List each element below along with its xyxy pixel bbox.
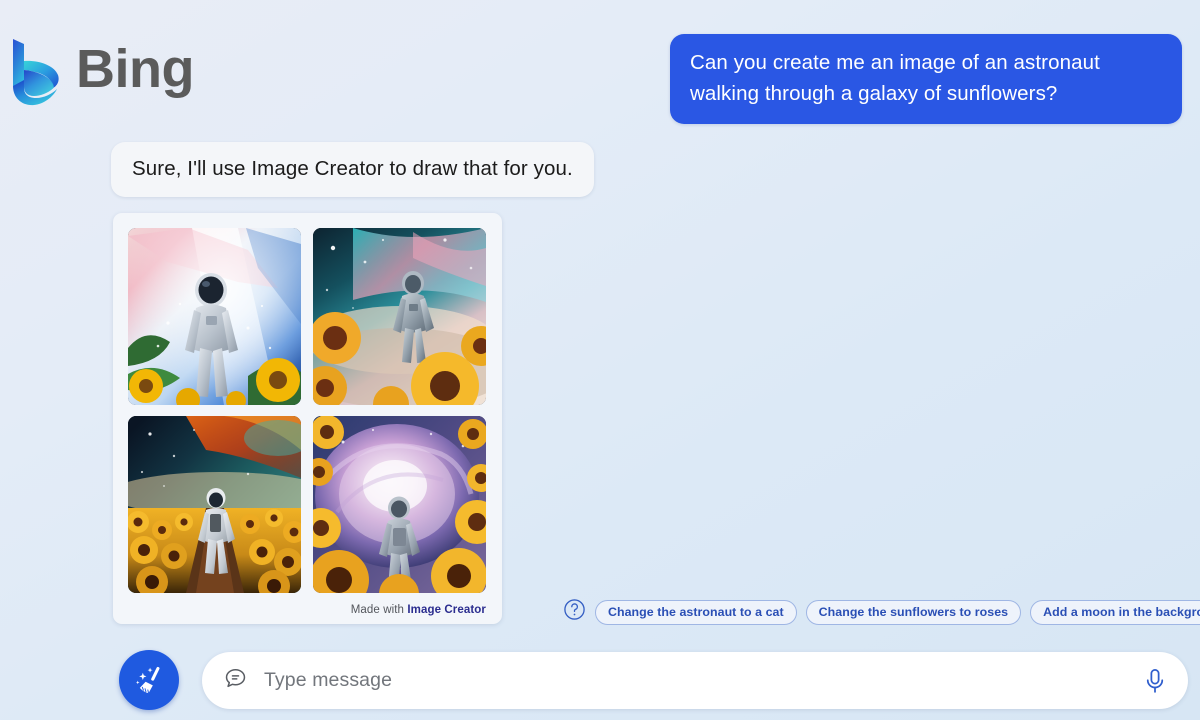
message-composer [202,652,1188,709]
user-message-text: Can you create me an image of an astrona… [690,51,1100,105]
message-input[interactable] [264,669,1140,692]
bing-b-logo-icon [8,34,62,110]
sweep-new-topic-button[interactable] [119,650,179,710]
bing-brand-header: Bing [8,34,194,110]
suggestion-chip-2[interactable]: Change the sunflowers to roses [805,599,1022,625]
suggestion-chip-row: Change the astronaut to a cat Change the… [563,598,1200,626]
image-grid [128,228,487,593]
suggestion-chip-3[interactable]: Add a moon in the background [1030,599,1200,625]
user-message-bubble: Can you create me an image of an astrona… [670,34,1182,124]
generated-image-4[interactable] [313,416,486,593]
made-with-label: Made with [350,604,405,616]
assistant-message-text: Sure, I'll use Image Creator to draw tha… [132,157,573,180]
image-results-card: Made with Image Creator [113,213,502,624]
bing-wordmark: Bing [76,39,194,99]
generated-image-2[interactable] [313,228,486,405]
suggestion-chip-1[interactable]: Change the astronaut to a cat [595,599,797,625]
chat-bubble-icon [223,666,248,696]
image-creator-link[interactable]: Image Creator [407,604,486,616]
broom-sparkle-icon [132,663,166,697]
assistant-message-bubble: Sure, I'll use Image Creator to draw tha… [111,142,594,197]
made-with-footer: Made with Image Creator [351,604,486,616]
generated-image-3[interactable] [128,416,301,593]
generated-image-1[interactable] [128,228,301,405]
microphone-icon[interactable] [1140,666,1170,696]
question-mark-circle-icon[interactable] [563,598,586,626]
